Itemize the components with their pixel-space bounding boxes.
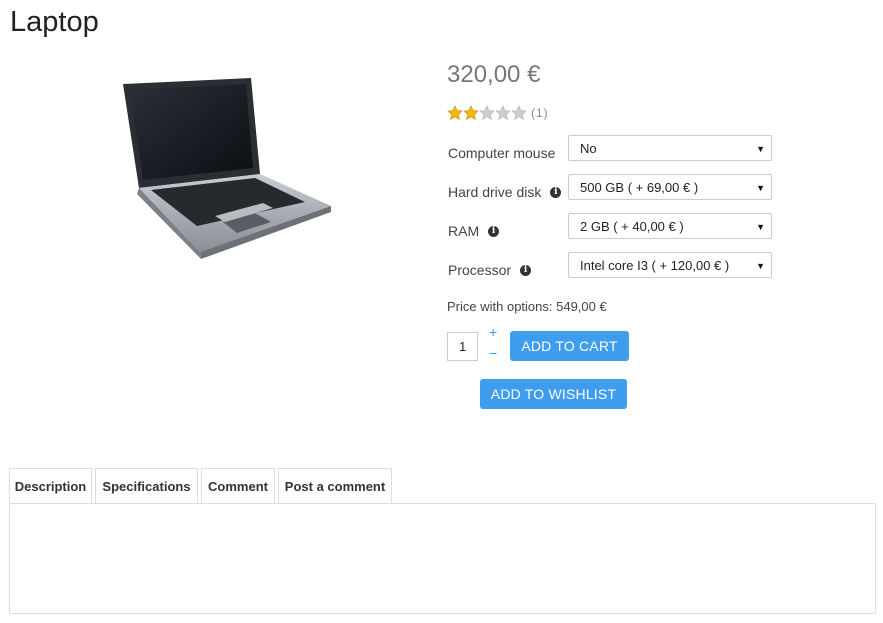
quantity-input[interactable]: 1: [447, 332, 478, 361]
laptop-image: [123, 78, 331, 259]
option-label-text: RAM: [448, 223, 480, 239]
product-price: 320,00 €: [447, 61, 541, 88]
add-to-wishlist-button[interactable]: ADD TO WISHLIST: [480, 379, 627, 409]
option-label-text: Hard drive disk: [448, 184, 542, 200]
star-filled-icon: [463, 105, 479, 121]
option-label-computer-mouse: Computer mouse: [448, 145, 555, 161]
hard-drive-disk-select[interactable]: 500 GB ( + 69,00 € ) ▼: [568, 174, 772, 200]
processor-select[interactable]: Intel core I3 ( + 120,00 € ) ▼: [568, 252, 772, 278]
star-empty-icon: [511, 105, 527, 121]
star-empty-icon: [479, 105, 495, 121]
quantity-plus-button[interactable]: +: [489, 324, 497, 340]
select-value: No: [580, 140, 597, 156]
add-to-cart-button[interactable]: ADD TO CART: [510, 331, 629, 361]
product-tabs: Description Specifications Comment Post …: [9, 468, 395, 503]
select-value: 2 GB ( + 40,00 € ): [580, 218, 684, 234]
caret-down-icon: ▼: [756, 222, 765, 232]
info-icon[interactable]: i: [550, 186, 562, 198]
select-value: Intel core I3 ( + 120,00 € ): [580, 257, 730, 273]
tab-comment[interactable]: Comment: [201, 468, 275, 503]
rating-stars: [447, 105, 527, 121]
tab-content-panel: [9, 503, 876, 614]
caret-down-icon: ▼: [756, 144, 765, 154]
option-label-hard-drive-disk: Hard drive disk i: [448, 184, 562, 200]
ram-select[interactable]: 2 GB ( + 40,00 € ) ▼: [568, 213, 772, 239]
option-label-ram: RAM i: [448, 223, 500, 239]
star-filled-icon: [447, 105, 463, 121]
caret-down-icon: ▼: [756, 183, 765, 193]
product-image: [105, 70, 355, 260]
rating: (1): [447, 105, 549, 121]
tab-specifications[interactable]: Specifications: [95, 468, 198, 503]
price-with-options: Price with options: 549,00 €: [447, 299, 607, 314]
star-empty-icon: [495, 105, 511, 121]
computer-mouse-select[interactable]: No ▼: [568, 135, 772, 161]
option-label-processor: Processor i: [448, 262, 532, 278]
select-value: 500 GB ( + 69,00 € ): [580, 179, 699, 195]
option-label-text: Computer mouse: [448, 145, 556, 161]
caret-down-icon: ▼: [756, 261, 765, 271]
option-label-text: Processor: [448, 262, 512, 278]
info-icon[interactable]: i: [488, 225, 500, 237]
product-title: Laptop: [10, 6, 99, 38]
tab-post-a-comment[interactable]: Post a comment: [278, 468, 392, 503]
info-icon[interactable]: i: [520, 264, 532, 276]
quantity-minus-button[interactable]: −: [489, 345, 497, 361]
tab-description[interactable]: Description: [9, 468, 92, 503]
rating-count: (1): [531, 106, 549, 120]
